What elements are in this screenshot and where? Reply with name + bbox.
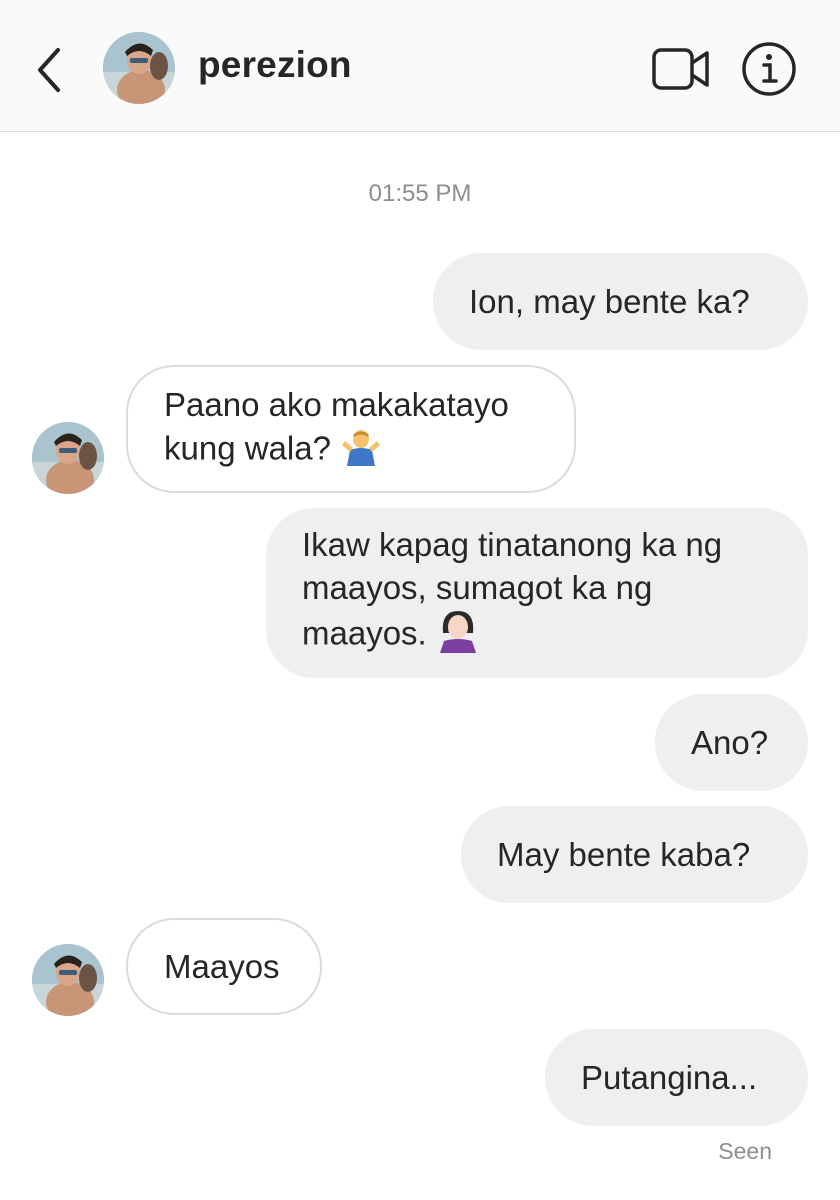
sent-message[interactable]: May bente kaba? [461,806,808,903]
avatar[interactable] [103,32,175,104]
message-text: Ion, may bente ka? [469,283,750,320]
sent-message[interactable]: Ikaw kapag tinatanong ka ng maayos, suma… [266,508,808,678]
seen-status: Seen [718,1138,772,1164]
message-text: Ikaw kapag tinatanong ka ng maayos, suma… [302,523,722,663]
woman-facepalming-emoji [435,609,481,663]
received-message[interactable]: Paano ako makakatayo kung wala? [126,365,576,493]
sent-message[interactable]: Ion, may bente ka? [433,253,808,350]
sent-message[interactable]: Ano? [655,694,808,791]
sender-avatar[interactable] [32,944,104,1016]
message-text: Ano? [691,724,769,761]
man-shrugging-emoji [339,426,383,476]
received-message[interactable]: Maayos [126,918,322,1015]
message-timestamp: 01:55 PM [368,180,472,207]
info-button[interactable] [740,40,798,98]
message-text: Paano ako makakatayo kung wala? [164,383,509,476]
message-text: May bente kaba? [497,836,751,873]
back-button[interactable] [30,42,70,98]
sent-message[interactable]: Putangina... [545,1029,808,1126]
video-camera-icon [652,48,709,90]
chat-username[interactable]: perezion [198,44,352,86]
sender-avatar[interactable] [32,422,104,494]
info-icon [742,42,796,96]
chevron-left-icon [38,48,60,92]
chat-header: perezion [0,0,840,132]
video-call-button[interactable] [650,44,712,94]
message-text: Maayos [164,948,280,985]
message-text: Putangina... [581,1059,758,1096]
